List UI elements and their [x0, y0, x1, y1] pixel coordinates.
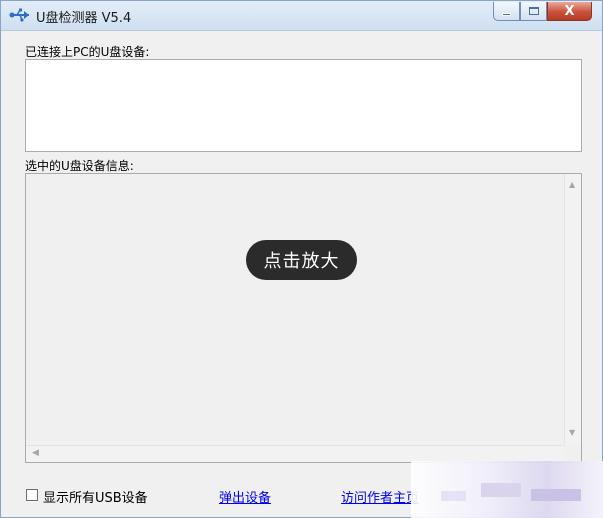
show-all-usb-label[interactable]: 显示所有USB设备 [43, 487, 148, 506]
title-bar[interactable]: U盘检测器 V5.4 X [1, 1, 602, 31]
vertical-scrollbar[interactable]: ▲ ▼ [564, 174, 581, 445]
maximize-button[interactable] [520, 2, 547, 21]
visit-author-link[interactable]: 访问作者主页 [341, 487, 421, 506]
device-info-textbox[interactable]: ▲ ▼ ◀ [25, 173, 582, 463]
scroll-left-icon[interactable]: ◀ [32, 449, 39, 458]
minimize-icon [502, 12, 511, 16]
minimize-button[interactable] [493, 2, 520, 21]
connected-devices-label: 已连接上PC的U盘设备: [25, 45, 150, 59]
zoom-overlay-button[interactable]: 点击放大 [246, 240, 357, 280]
scroll-corner [564, 445, 581, 462]
close-button[interactable]: X [547, 2, 592, 21]
app-window: U盘检测器 V5.4 X 已连接上PC的U盘设备: 选中的U盘设备信息: ▲ ▼… [0, 0, 603, 518]
zoom-overlay-label: 点击放大 [263, 251, 340, 272]
caption-buttons: X [493, 2, 592, 21]
blurred-watermark [411, 461, 603, 518]
show-all-usb-checkbox[interactable] [26, 489, 38, 501]
scroll-up-icon[interactable]: ▲ [569, 181, 575, 189]
maximize-icon [528, 7, 539, 15]
eject-device-link[interactable]: 弹出设备 [219, 487, 271, 506]
connected-devices-list[interactable] [25, 59, 582, 152]
usb-icon [9, 8, 29, 22]
close-icon: X [564, 3, 575, 19]
selected-device-info-label: 选中的U盘设备信息: [25, 159, 134, 173]
horizontal-scrollbar[interactable]: ◀ [26, 445, 564, 462]
scroll-down-icon[interactable]: ▼ [569, 429, 575, 437]
window-title: U盘检测器 V5.4 [36, 11, 132, 26]
